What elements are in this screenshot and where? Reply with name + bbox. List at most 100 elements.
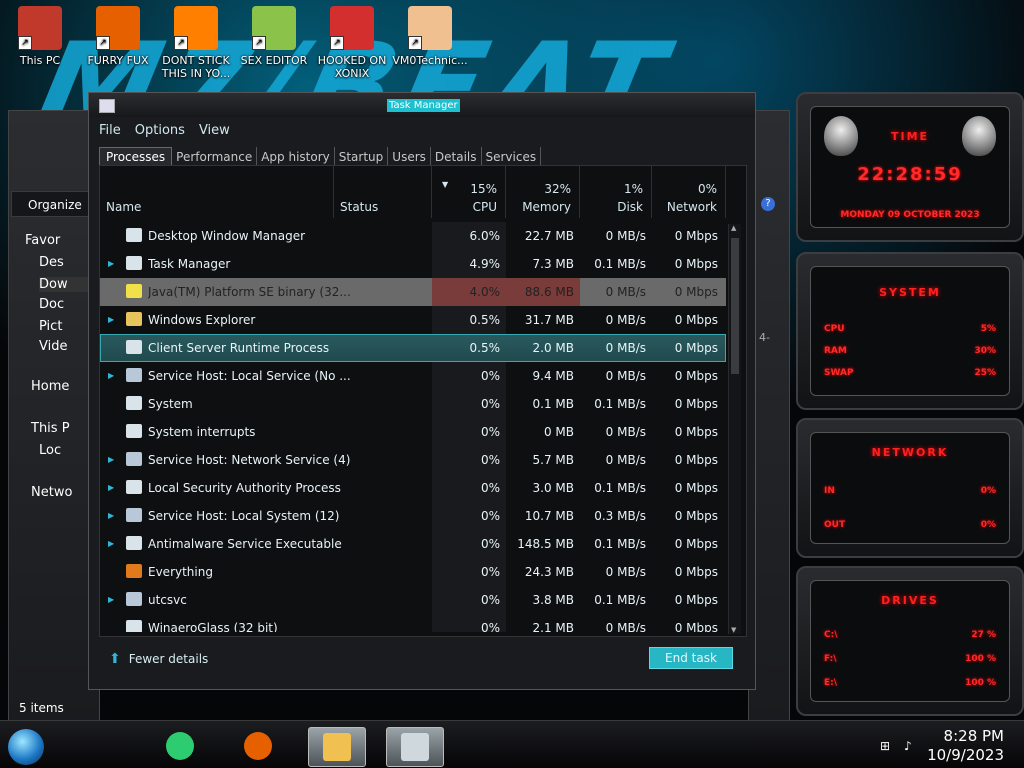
nav-network[interactable]: Netwo — [31, 485, 72, 500]
process-network: 0 Mbps — [674, 341, 718, 355]
column-disk-label: Disk — [617, 200, 643, 214]
process-row[interactable]: Desktop Window Manager 6.0% 22.7 MB 0 MB/s 0… — [100, 222, 726, 250]
column-header-network[interactable]: 0% Network — [652, 166, 726, 218]
column-header-disk[interactable]: 1% Disk — [580, 166, 652, 218]
menu-view[interactable]: View — [199, 123, 230, 138]
tab-users[interactable]: Users — [388, 147, 431, 167]
nav-favorites[interactable]: Favor — [25, 233, 60, 248]
shortcut-arrow-icon: ↗ — [174, 36, 188, 50]
network-tray-icon[interactable]: ⊞ — [880, 739, 890, 753]
nav-videos[interactable]: Vide — [39, 339, 67, 354]
tab-performance[interactable]: Performance — [172, 147, 258, 167]
process-disk: 0.1 MB/s — [594, 397, 646, 411]
end-task-button[interactable]: End task — [649, 647, 733, 669]
nav-desktop[interactable]: Des — [39, 255, 64, 270]
nav-pictures[interactable]: Pict — [39, 319, 62, 334]
process-network: 0 Mbps — [674, 593, 718, 607]
column-network-label: Network — [666, 200, 717, 214]
tab-details[interactable]: Details — [431, 147, 482, 167]
shortcut-arrow-icon: ↗ — [408, 36, 422, 50]
tab-app-history[interactable]: App history — [257, 147, 335, 167]
desktop-icon[interactable]: ↗ DONT STICK THIS IN YO... — [158, 6, 234, 80]
process-row[interactable]: Client Server Runtime Process 0.5% 2.0 MB 0… — [100, 334, 726, 362]
process-icon — [126, 256, 142, 270]
nav-documents[interactable]: Doc — [39, 297, 64, 312]
column-header-status[interactable]: Status — [334, 166, 432, 218]
process-network: 0 Mbps — [674, 453, 718, 467]
process-network: 0 Mbps — [674, 481, 718, 495]
process-row[interactable]: ▶ Local Security Authority Process 0% 3.0 M… — [100, 474, 726, 502]
tab-services[interactable]: Services — [482, 147, 542, 167]
process-disk: 0.3 MB/s — [594, 509, 646, 523]
expand-chevron-icon[interactable]: ▶ — [108, 586, 114, 614]
process-name: utcsvc — [148, 593, 187, 607]
organize-button[interactable]: Organize — [11, 191, 97, 217]
system-cpu-value: 5% — [980, 324, 996, 334]
tab-startup[interactable]: Startup — [335, 147, 389, 167]
menu-file[interactable]: File — [99, 123, 121, 138]
process-network: 0 Mbps — [674, 257, 718, 271]
expand-chevron-icon[interactable]: ▶ — [108, 362, 114, 390]
menu-options[interactable]: Options — [135, 123, 185, 138]
process-icon — [126, 508, 142, 522]
column-header-name[interactable]: Name — [100, 166, 334, 218]
process-name: Antimalware Service Executable — [148, 537, 342, 551]
start-button[interactable] — [8, 729, 44, 765]
network-gadget: NETWORK IN 0% OUT 0% — [796, 418, 1024, 558]
taskbar: ⊞ ♪ 8:28 PM 10/9/2023 — [0, 720, 1024, 768]
process-disk: 0 MB/s — [605, 341, 646, 355]
vertical-scrollbar[interactable]: ▲ ▼ — [728, 224, 741, 634]
title-bar[interactable]: Task Manager — [89, 93, 755, 117]
taskbar-task-manager-button[interactable] — [386, 727, 444, 767]
process-icon — [126, 396, 142, 410]
fewer-details-button[interactable]: ⬆ Fewer details — [109, 651, 208, 667]
process-row[interactable]: ▶ Task Manager 4.9% 7.3 MB 0.1 MB/s 0 Mbps — [100, 250, 726, 278]
process-row[interactable]: ▶ utcsvc 0% 3.8 MB 0.1 MB/s 0 Mbps — [100, 586, 726, 614]
desktop-icon[interactable]: ↗ VM0Technic... — [392, 6, 468, 67]
scroll-down-icon[interactable]: ▼ — [731, 626, 736, 634]
cpu-total: 15% — [470, 182, 497, 196]
desktop-icon[interactable]: ↗ HOOKED ON XONIX — [314, 6, 390, 80]
process-row[interactable]: ▶ Windows Explorer 0.5% 31.7 MB 0 MB/s 0 Mbps — [100, 306, 726, 334]
expand-chevron-icon[interactable]: ▶ — [108, 530, 114, 558]
process-name: Task Manager — [148, 257, 231, 271]
nav-local-disk[interactable]: Loc — [39, 443, 61, 458]
process-row[interactable]: Java(TM) Platform SE binary (32... 4.0% 88… — [100, 278, 726, 306]
scroll-up-icon[interactable]: ▲ — [731, 224, 736, 232]
taskbar-app-green-button[interactable] — [152, 727, 208, 765]
nav-home[interactable]: Home — [31, 379, 69, 394]
tab-processes[interactable]: Processes — [99, 147, 173, 167]
column-header-memory[interactable]: 32% Memory — [506, 166, 580, 218]
process-icon — [126, 564, 142, 578]
expand-chevron-icon[interactable]: ▶ — [108, 306, 114, 334]
expand-chevron-icon[interactable]: ▶ — [108, 250, 114, 278]
taskbar-file-explorer-button[interactable] — [308, 727, 366, 767]
nav-this-pc[interactable]: This P — [31, 421, 70, 436]
task-manager-icon — [401, 733, 429, 761]
process-row[interactable]: Everything 0% 24.3 MB 0 MB/s 0 Mbps — [100, 558, 726, 586]
up-arrow-icon: ⬆ — [109, 651, 121, 667]
memory-total: 32% — [544, 182, 571, 196]
taskbar-firefox-button[interactable] — [230, 727, 286, 765]
volume-tray-icon[interactable]: ♪ — [904, 739, 912, 753]
desktop-icon[interactable]: ↗ This PC — [2, 6, 78, 67]
process-row[interactable]: System 0% 0.1 MB 0.1 MB/s 0 Mbps — [100, 390, 726, 418]
process-name: System — [148, 397, 193, 411]
file-explorer-icon — [323, 733, 351, 761]
process-row[interactable]: System interrupts 0% 0 MB 0 MB/s 0 Mbps — [100, 418, 726, 446]
process-row[interactable]: ▶ Antimalware Service Executable 0% 148.5 M… — [100, 530, 726, 558]
scroll-thumb[interactable] — [731, 238, 739, 374]
process-row[interactable]: ▶ Service Host: Network Service (4) 0% 5.7 … — [100, 446, 726, 474]
expand-chevron-icon[interactable]: ▶ — [108, 502, 114, 530]
process-row[interactable]: WinaeroGlass (32 bit) 0% 2.1 MB 0 MB/s 0 Mbp… — [100, 614, 726, 632]
expand-chevron-icon[interactable]: ▶ — [108, 446, 114, 474]
desktop-icon[interactable]: ↗ SEX EDITOR — [236, 6, 312, 67]
process-row[interactable]: ▶ Service Host: Local System (12) 0% 10.7 M… — [100, 502, 726, 530]
process-row[interactable]: ▶ Service Host: Local Service (No ... 0% 9.… — [100, 362, 726, 390]
desktop-icon[interactable]: ↗ FURRY FUX — [80, 6, 156, 67]
footer: ⬆ Fewer details End task — [99, 641, 745, 681]
taskbar-clock[interactable]: 8:28 PM 10/9/2023 — [927, 727, 1004, 765]
help-icon[interactable]: ? — [761, 197, 775, 211]
expand-chevron-icon[interactable]: ▶ — [108, 474, 114, 502]
column-header-cpu[interactable]: ▼ 15% CPU — [432, 166, 506, 218]
